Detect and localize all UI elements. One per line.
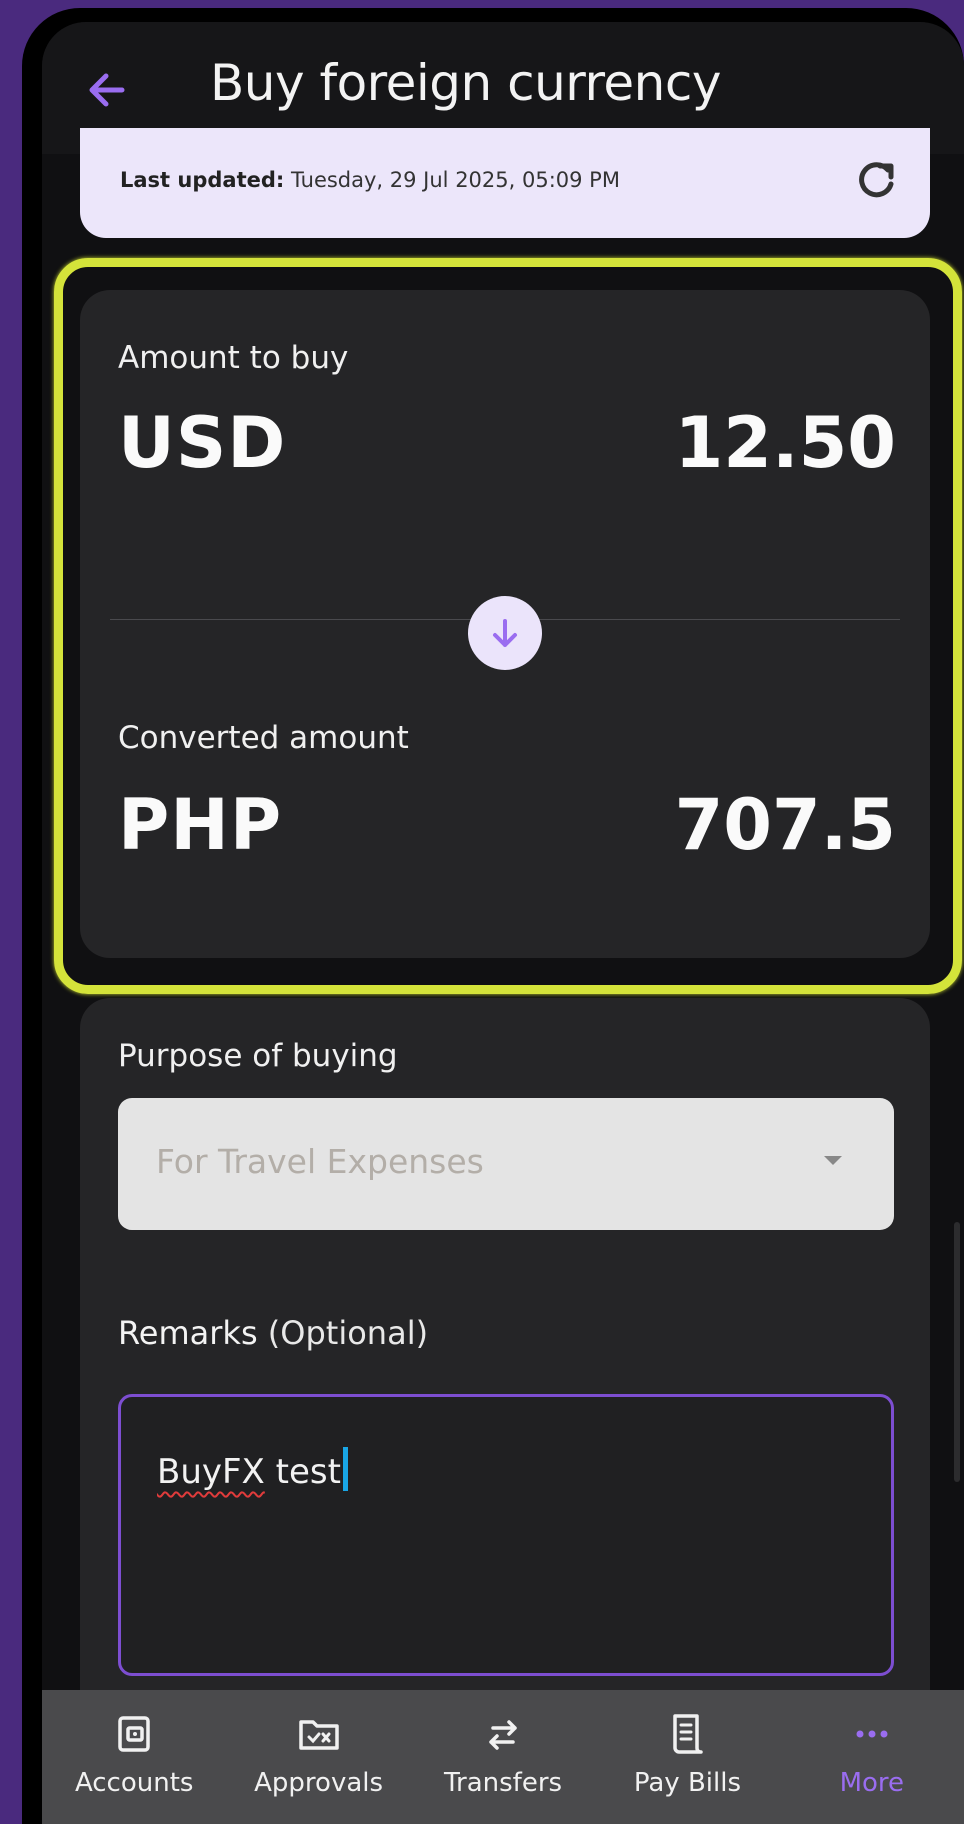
scrollbar[interactable]	[954, 1222, 960, 1482]
amount-card: Amount to buy USD 12.50 Converted amount…	[80, 290, 930, 958]
amount-to-buy-label: Amount to buy	[118, 340, 349, 376]
nav-label-accounts: Accounts	[74, 1768, 194, 1798]
nav-item-accounts[interactable]: Accounts	[42, 1690, 226, 1824]
last-updated-text: Last updated: Tuesday, 29 Jul 2025, 05:0…	[120, 168, 620, 192]
purpose-label: Purpose of buying	[118, 1038, 398, 1074]
remarks-word-misspelled: BuyFX	[157, 1452, 265, 1492]
receipt-icon	[673, 1714, 704, 1754]
nav-label-pay-bills: Pay Bills	[633, 1768, 741, 1798]
buy-amount-input[interactable]: 12.50	[675, 402, 896, 484]
buy-currency[interactable]: USD	[118, 402, 286, 484]
nav-item-approvals[interactable]: Approvals	[226, 1690, 410, 1824]
remarks-optional-text: (Optional)	[267, 1314, 429, 1352]
page-title: Buy foreign currency	[210, 54, 721, 112]
nav-label-approvals: Approvals	[254, 1768, 384, 1798]
back-arrow-icon	[89, 73, 125, 107]
swap-button[interactable]	[468, 596, 542, 670]
arrow-down-icon	[493, 619, 517, 647]
nav-item-more[interactable]: More	[780, 1690, 964, 1824]
transfer-arrows-icon	[489, 1720, 517, 1750]
last-updated-label: Last updated:	[120, 168, 285, 192]
remarks-word: test	[264, 1452, 341, 1492]
refresh-icon	[859, 162, 894, 198]
remarks-label-text: Remarks	[118, 1314, 258, 1352]
text-cursor	[342, 1447, 348, 1491]
chevron-down-icon	[824, 1156, 842, 1165]
phone-frame: Buy foreign currency Last updated: Tuesd…	[22, 8, 964, 1824]
purpose-value: For Travel Expenses	[156, 1142, 484, 1181]
wallet-icon	[118, 1716, 150, 1752]
form-card: Purpose of buying For Travel Expenses Re…	[80, 998, 930, 1718]
bottom-navigation: Accounts Approvals Transfers Pay Bills M…	[42, 1690, 964, 1824]
nav-item-pay-bills[interactable]: Pay Bills	[595, 1690, 779, 1824]
remarks-label: Remarks (Optional)	[118, 1314, 428, 1352]
remarks-textarea[interactable]: BuyFX test	[118, 1394, 894, 1676]
remarks-value: BuyFX test	[157, 1447, 348, 1492]
approvals-folder-icon	[298, 1720, 339, 1750]
last-updated-value: Tuesday, 29 Jul 2025, 05:09 PM	[291, 168, 620, 192]
more-dots-icon	[856, 1730, 888, 1738]
converted-amount-label: Converted amount	[118, 720, 409, 756]
nav-label-more: More	[839, 1768, 905, 1798]
nav-item-transfers[interactable]: Transfers	[411, 1690, 595, 1824]
back-button[interactable]	[82, 66, 138, 114]
rate-info-card: Last updated: Tuesday, 29 Jul 2025, 05:0…	[80, 128, 930, 238]
converted-currency: PHP	[118, 784, 283, 866]
app-screen: Buy foreign currency Last updated: Tuesd…	[42, 22, 964, 1824]
converted-amount-value: 707.5	[674, 784, 896, 866]
purpose-select[interactable]: For Travel Expenses	[118, 1098, 894, 1230]
refresh-button[interactable]	[852, 156, 900, 204]
nav-label-transfers: Transfers	[443, 1768, 563, 1798]
